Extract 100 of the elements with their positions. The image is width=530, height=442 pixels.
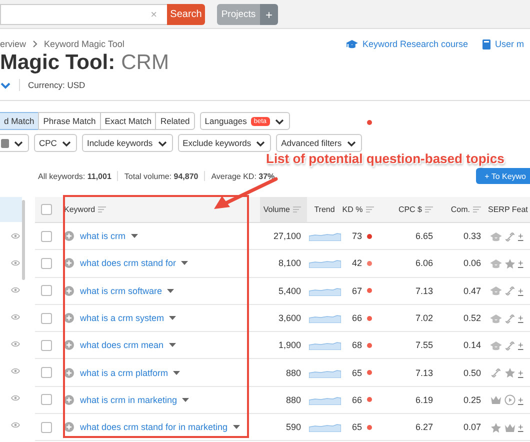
plus-circle-icon [64, 231, 74, 242]
link-icon [490, 367, 502, 378]
link-icon [504, 230, 516, 242]
keyword-link[interactable]: what is crm software [80, 286, 162, 296]
checkbox[interactable] [41, 340, 52, 351]
chevron-down-icon [274, 116, 285, 126]
book-icon [482, 38, 491, 50]
graduation-cap-icon [490, 312, 502, 324]
table-cell: 880 [286, 394, 301, 405]
checkbox[interactable] [41, 367, 52, 378]
filter-dropdown[interactable]: Exclude keywords [178, 134, 272, 152]
more-link[interactable]: + [518, 394, 524, 405]
keyword-link[interactable]: what is crm [80, 231, 126, 242]
header-link[interactable]: User m [495, 39, 524, 49]
scrollbar[interactable] [22, 200, 25, 280]
sort-icon [293, 206, 301, 213]
checkbox[interactable] [41, 204, 52, 215]
link-icon [504, 340, 516, 351]
eye-icon [11, 394, 20, 400]
table-cell: 6.27 [415, 422, 433, 432]
more-link[interactable]: + [518, 258, 524, 268]
checkbox[interactable] [41, 285, 52, 296]
sort-icon [473, 206, 481, 213]
column-header[interactable]: CPC $ [398, 205, 422, 214]
table-cell: 7.02 [415, 313, 433, 324]
plus-circle-icon [64, 258, 74, 268]
trend-sparkline [308, 313, 340, 324]
match-tab[interactable]: d Match [0, 112, 40, 130]
table-cell: 42 [352, 258, 362, 268]
stat-text: All keywords: 11,001 [38, 172, 112, 180]
table-cell: 1,900 [278, 340, 301, 350]
filter-dropdown[interactable]: CPC [34, 134, 77, 152]
match-tab[interactable]: Related [155, 112, 195, 130]
checkbox[interactable] [41, 394, 52, 406]
breadcrumb-link[interactable]: Keyword Magic Tool [44, 39, 124, 49]
caret-icon [232, 425, 240, 430]
table-cell: 0.14 [463, 340, 481, 350]
keyword-link[interactable]: what does crm mean [80, 340, 164, 350]
table-cell: 65 [352, 422, 362, 432]
crown-icon [504, 422, 516, 433]
checkbox[interactable] [41, 312, 52, 324]
column-header[interactable]: SERP Feat [488, 205, 528, 214]
caret-icon [182, 398, 190, 402]
checkbox[interactable] [41, 230, 52, 242]
add-button[interactable]: + [260, 4, 278, 25]
trend-sparkline [308, 394, 340, 405]
filter-dropdown[interactable] [0, 134, 29, 152]
caret-icon [181, 261, 188, 266]
page-title: Magic Tool: [0, 51, 116, 75]
more-link[interactable]: + [518, 368, 524, 378]
table-cell: 27,100 [273, 231, 301, 242]
checkbox[interactable] [41, 258, 52, 269]
star-icon [504, 258, 516, 269]
caret-icon [168, 343, 176, 348]
trend-sparkline [308, 368, 340, 378]
keyword-link[interactable]: what does crm stand for in marketing [80, 422, 228, 432]
caret-icon [167, 288, 174, 293]
table-cell: 880 [286, 368, 301, 378]
table-cell: 0.06 [463, 258, 481, 268]
plus-circle-icon [64, 313, 74, 324]
more-link[interactable]: + [518, 286, 524, 296]
plus-circle-icon [64, 368, 74, 378]
match-tab[interactable]: Exact Match [100, 112, 156, 130]
trend-sparkline [308, 340, 340, 350]
filter-dropdown[interactable]: Advanced filters [276, 134, 362, 152]
crown-icon [490, 394, 502, 406]
link-icon [504, 312, 516, 324]
column-header[interactable]: KD % [342, 205, 363, 214]
table-cell: 0.47 [463, 286, 481, 296]
filter-dropdown[interactable]: Include keywords [82, 134, 173, 152]
graduation-cap-icon [346, 39, 358, 49]
eye-icon [11, 232, 20, 238]
keyword-link[interactable]: what is a crm system [80, 313, 164, 324]
checkbox[interactable] [41, 422, 52, 433]
table-cell: 5,400 [278, 286, 301, 296]
column-header[interactable]: Com. [450, 205, 470, 214]
header-link[interactable]: Keyword Research course [362, 39, 468, 49]
chevron-down-icon [255, 138, 266, 148]
column-header[interactable]: Trend [314, 205, 335, 214]
table-cell: 8,100 [278, 258, 301, 268]
sidebar-item[interactable] [0, 197, 22, 222]
more-link[interactable]: + [518, 340, 524, 350]
keyword-link[interactable]: what does crm stand for [80, 258, 176, 268]
match-tab[interactable]: Phrase Match [38, 112, 101, 130]
stat-text: Average KD: 37% [211, 172, 275, 180]
caret-icon [130, 234, 138, 238]
keyword-link[interactable]: what is crm in marketing [80, 394, 178, 405]
badge-icon [1, 138, 9, 148]
stat-text: Total volume: 94,870 [124, 172, 198, 180]
export-button[interactable]: + To Keywo [476, 168, 530, 184]
more-link[interactable]: + [518, 422, 524, 432]
more-link[interactable]: + [518, 231, 524, 242]
search-button[interactable]: Search [167, 4, 205, 25]
keyword-link[interactable]: what is a crm platform [80, 368, 168, 378]
breadcrumb-link[interactable]: erview [0, 39, 26, 49]
more-link[interactable]: + [518, 313, 524, 324]
table-cell: 0.52 [463, 313, 481, 324]
eye-icon [11, 286, 20, 292]
currency-label: Currency: USD [28, 80, 86, 90]
table-cell: 7.13 [415, 286, 433, 296]
